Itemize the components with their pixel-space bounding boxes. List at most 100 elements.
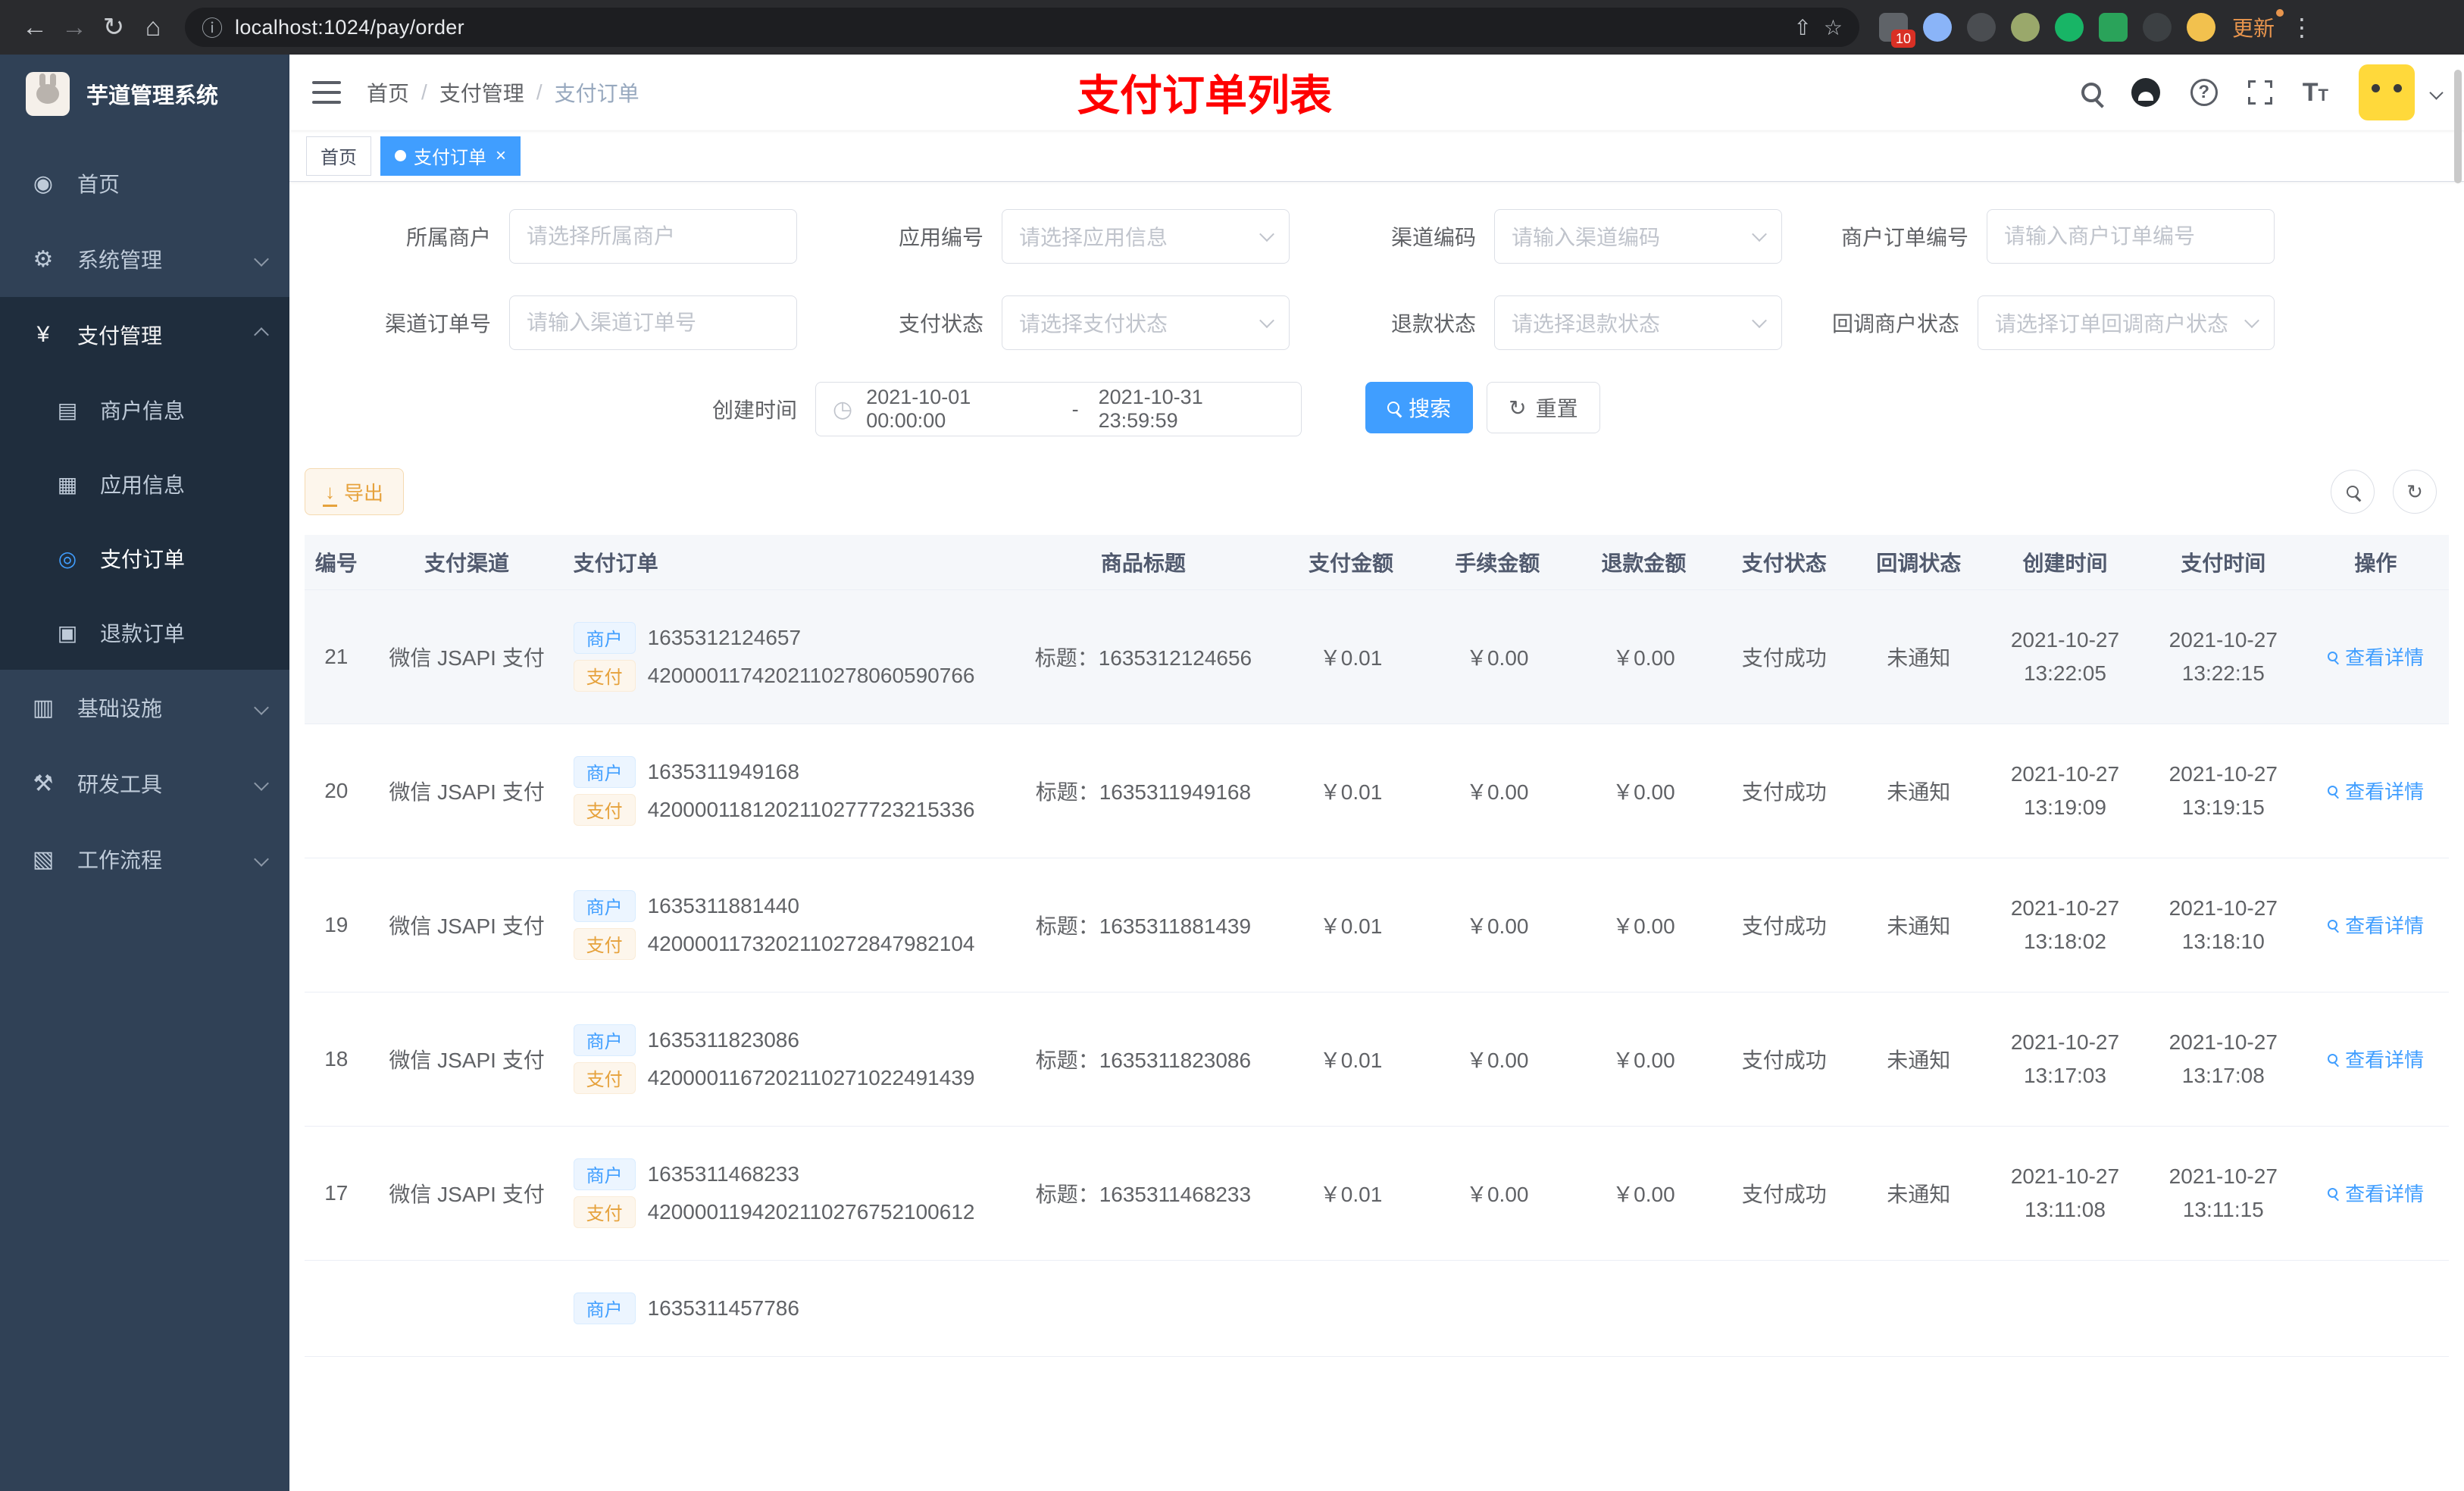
github-icon[interactable] [2131, 78, 2160, 107]
merchant-order-no-input[interactable] [1987, 209, 2275, 264]
browser-update-button[interactable]: 更新 [2232, 9, 2284, 42]
notify-status: 未通知 [1887, 914, 1951, 938]
drop-extension-icon[interactable] [1923, 13, 1952, 42]
fullscreen-icon[interactable] [2246, 79, 2274, 106]
filter-merchant-order-no: 商户订单编号 [1782, 209, 2275, 264]
hide-search-icon[interactable] [2331, 470, 2375, 514]
dark-extension-icon[interactable] [1967, 13, 1996, 42]
table-row[interactable]: 17 微信 JSAPI 支付 商户 1635311468233 支付 4200001… [305, 1126, 2449, 1261]
extensions-grid-icon[interactable]: 10 [1879, 13, 1915, 48]
address-bar[interactable]: ⓘ localhost:1024/pay/order ⇧ ☆ [185, 8, 1859, 47]
breadcrumb-home[interactable]: 首页 [367, 77, 409, 108]
pay-status-select[interactable]: 请选择支付状态 [1002, 295, 1290, 350]
filter-pay-status: 支付状态 请选择支付状态 [797, 295, 1290, 350]
browser-reload-icon[interactable]: ↻ [94, 8, 133, 47]
tab-label: 支付订单 [414, 148, 486, 168]
refresh-table-icon[interactable]: ↻ [2393, 470, 2437, 514]
pin-extension-icon[interactable] [2143, 13, 2172, 42]
refund-status-select[interactable]: 请选择退款状态 [1494, 295, 1782, 350]
merchant-order-no: 1635311881440 [647, 893, 799, 917]
view-detail-link[interactable]: 查看详情 [2327, 911, 2424, 939]
font-size-icon[interactable]: TT [2303, 78, 2328, 108]
browser-home-icon[interactable]: ⌂ [133, 8, 173, 47]
channel-order-no-input[interactable] [509, 295, 797, 350]
goods-title: 标题：1635312124656 [1034, 645, 1252, 670]
search-icon[interactable] [2081, 82, 2101, 103]
site-info-icon[interactable]: ⓘ [202, 12, 223, 42]
table-row[interactable]: 18 微信 JSAPI 支付 商户 1635311823086 支付 4200001… [305, 992, 2449, 1127]
filter-label: 应用编号 [898, 226, 983, 249]
view-detail-link[interactable]: 查看详情 [2327, 642, 2424, 670]
export-button[interactable]: ↓ 导出 [305, 468, 405, 515]
sidebar-item-workflow[interactable]: ▧ 工作流程 [0, 821, 289, 897]
table-row[interactable]: 20 微信 JSAPI 支付 商户 1635311949168 支付 4200001… [305, 724, 2449, 858]
col-refund: 退款金额 [1570, 535, 1717, 590]
tools-icon: ⚒ [33, 771, 54, 796]
profile-avatar-icon[interactable] [2187, 13, 2215, 42]
date-range-input[interactable]: ◷ 2021-10-01 00:00:00 - 2021-10-31 23:59… [815, 382, 1302, 436]
scrollbar-thumb[interactable] [2454, 70, 2462, 183]
sidebar-item-label: 工作流程 [77, 849, 163, 872]
fee-amount: ￥0.00 [1465, 1048, 1529, 1072]
search-icon [2327, 919, 2338, 930]
search-button[interactable]: 搜索 [1365, 382, 1474, 433]
document-icon: ▣ [57, 620, 78, 645]
merchant-order-no: 1635311949168 [647, 759, 799, 783]
pay-channel: 微信 JSAPI 支付 [389, 1048, 545, 1072]
app-no-select[interactable]: 请选择应用信息 [1002, 209, 1290, 264]
dashboard-icon: ◉ [33, 170, 54, 196]
share-icon[interactable]: ⇧ [1793, 15, 1811, 40]
breadcrumb-payment[interactable]: 支付管理 [439, 77, 524, 108]
navbar-actions: ? TT [2081, 64, 2444, 120]
merchant-tag: 商户 [573, 755, 636, 788]
sidebar-toggle-icon[interactable] [312, 81, 341, 104]
filter-label: 渠道订单号 [384, 312, 491, 336]
browser-back-icon[interactable]: ← [15, 8, 55, 47]
sidebar-item-label: 支付订单 [100, 548, 186, 571]
check-extension-icon[interactable] [2055, 13, 2084, 42]
avatar-caret-icon[interactable] [2429, 85, 2444, 100]
merchant-order-no: 1635311823086 [647, 1027, 799, 1052]
sidebar-item-infrastructure[interactable]: ▥ 基础设施 [0, 670, 289, 746]
search-icon [2327, 651, 2338, 662]
tab-home[interactable]: 首页 [306, 136, 371, 176]
notify-status-select[interactable]: 请选择订单回调商户状态 [1978, 295, 2275, 350]
channel-code-select[interactable]: 请输入渠道编码 [1494, 209, 1782, 264]
notify-status: 未通知 [1887, 645, 1951, 670]
filter-merchant: 所属商户 [305, 209, 797, 264]
sidebar-item-refund-order[interactable]: ▣ 退款订单 [0, 595, 289, 670]
sidebar-item-payment[interactable]: ¥ 支付管理 [0, 297, 289, 373]
close-tab-icon[interactable]: × [496, 145, 506, 167]
user-avatar[interactable] [2359, 64, 2415, 120]
merchant-filter-input[interactable] [509, 209, 797, 264]
bookmark-star-icon[interactable]: ☆ [1824, 15, 1843, 40]
table-row[interactable]: 19 微信 JSAPI 支付 商户 1635311881440 支付 4200001… [305, 858, 2449, 992]
table-row[interactable]: 21 微信 JSAPI 支付 商户 1635312124657 支付 4200001… [305, 589, 2449, 724]
green-extension-icon[interactable] [2011, 13, 2040, 42]
order-id: 18 [324, 1046, 349, 1071]
tab-pay-order[interactable]: 支付订单 × [380, 136, 521, 176]
browser-menu-icon[interactable]: ⋮ [2285, 13, 2319, 42]
sidebar-item-app-info[interactable]: ▦ 应用信息 [0, 447, 289, 521]
view-detail-link[interactable]: 查看详情 [2327, 1179, 2424, 1207]
search-button-label: 搜索 [1409, 397, 1452, 420]
sidebar-item-dev-tools[interactable]: ⚒ 研发工具 [0, 746, 289, 821]
yen-icon: ¥ [36, 322, 50, 347]
sidebar-item-pay-order[interactable]: ◎ 支付订单 [0, 521, 289, 595]
browser-forward-icon[interactable]: → [55, 8, 94, 47]
page-content: 所属商户 应用编号 请选择应用信息 渠道编码 请输入渠道编码 [289, 182, 2464, 1491]
reset-button[interactable]: ↻ 重置 [1487, 382, 1600, 433]
sidebar-item-system[interactable]: ⚙ 系统管理 [0, 221, 289, 297]
filter-channel-order-no: 渠道订单号 [305, 295, 797, 350]
view-detail-link[interactable]: 查看详情 [2327, 777, 2424, 805]
help-icon[interactable]: ? [2190, 79, 2218, 106]
chat-extension-icon[interactable] [2099, 13, 2128, 42]
extension-badge: 10 [1890, 30, 1915, 48]
table-row-partial[interactable]: 商户 1635311457786 [305, 1260, 2449, 1357]
view-detail-link[interactable]: 查看详情 [2327, 1045, 2424, 1073]
sidebar-item-home[interactable]: ◉ 首页 [0, 145, 289, 221]
pay-amount: ￥0.01 [1319, 780, 1383, 804]
app-logo[interactable]: 芋道管理系统 [0, 55, 289, 133]
sidebar-item-merchant-info[interactable]: ▤ 商户信息 [0, 373, 289, 447]
fee-amount: ￥0.00 [1465, 1182, 1529, 1206]
